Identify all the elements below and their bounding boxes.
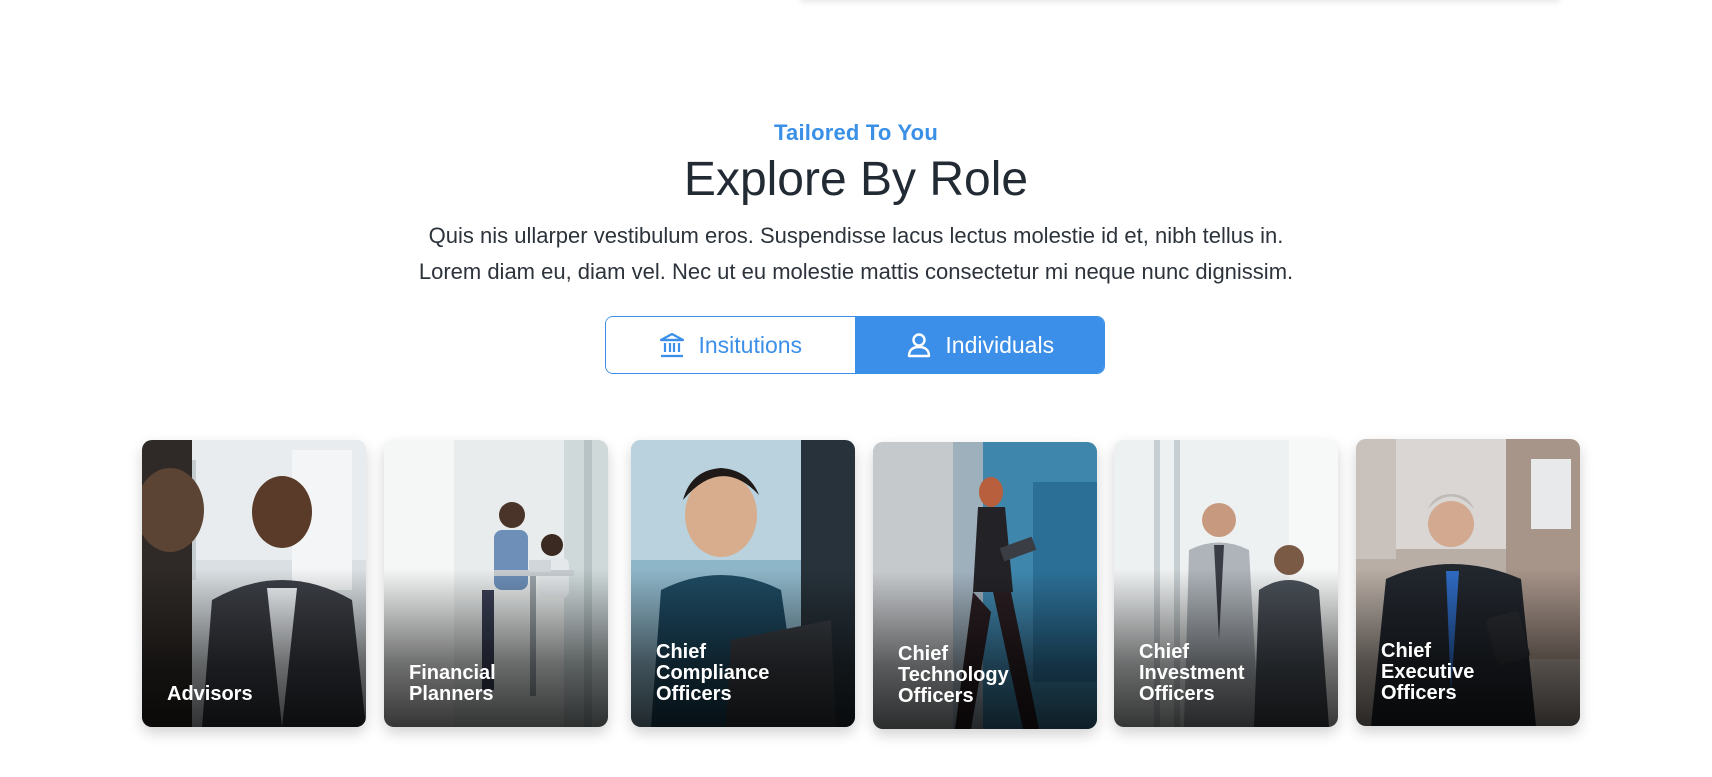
section-eyebrow: Tailored To You [774,120,938,145]
individuals-toggle-label: Individuals [945,331,1055,358]
card-label: Advisors [167,684,354,705]
role-card-chief-compliance-officers[interactable]: Chief Compliance Officers [631,440,855,727]
card-label-line: Chief [898,643,948,665]
institutions-toggle-button[interactable]: Insitutions [606,317,856,373]
card-label-line: Planners [409,683,494,705]
card-label: Chief Technology Officers [898,644,1085,707]
card-label: Chief Compliance Officers [656,642,843,705]
card-label-line: Financial [409,662,496,684]
card-label-line: Advisors [167,683,253,705]
bank-icon [658,331,686,359]
card-label-line: Technology [898,664,1009,686]
institutions-toggle-label: Insitutions [698,331,803,358]
role-card-chief-investment-officers[interactable]: Chief Investment Officers [1114,440,1338,727]
card-label: Financial Planners [409,663,596,705]
card-label-line: Compliance [656,662,770,684]
card-label-line: Chief [1381,640,1431,662]
role-type-toggle: Insitutions Individuals [605,316,1105,374]
role-card-chief-executive-officers[interactable]: Chief Executive Officers [1356,439,1580,726]
role-card-financial-planners[interactable]: Financial Planners [384,440,608,727]
description-line-1: Quis nis ullarper vestibulum eros. Suspe… [428,223,1284,248]
card-label-line: Officers [898,685,974,707]
role-card-advisors[interactable]: Advisors [142,440,366,727]
card-label: Chief Investment Officers [1139,642,1326,705]
role-cards: Advisors Financial Planners Chief Compli… [142,439,1582,730]
card-label-line: Chief [1139,641,1189,663]
card-label-line: Officers [1139,683,1215,705]
card-label-line: Chief [656,641,706,663]
individuals-toggle-button[interactable]: Individuals [855,317,1104,373]
person-icon [905,331,933,359]
card-label-line: Officers [656,683,732,705]
card-label-line: Executive [1381,661,1475,683]
section-title: Explore By Role [683,153,1029,206]
description-line-2: Lorem diam eu, diam vel. Nec ut eu moles… [418,259,1294,284]
card-label-line: Officers [1381,682,1457,704]
card-label-line: Investment [1139,662,1245,684]
role-card-chief-technology-officers[interactable]: Chief Technology Officers [873,442,1097,729]
section-description: Quis nis ullarper vestibulum eros. Suspe… [0,218,1712,290]
card-label: Chief Executive Officers [1381,641,1568,704]
